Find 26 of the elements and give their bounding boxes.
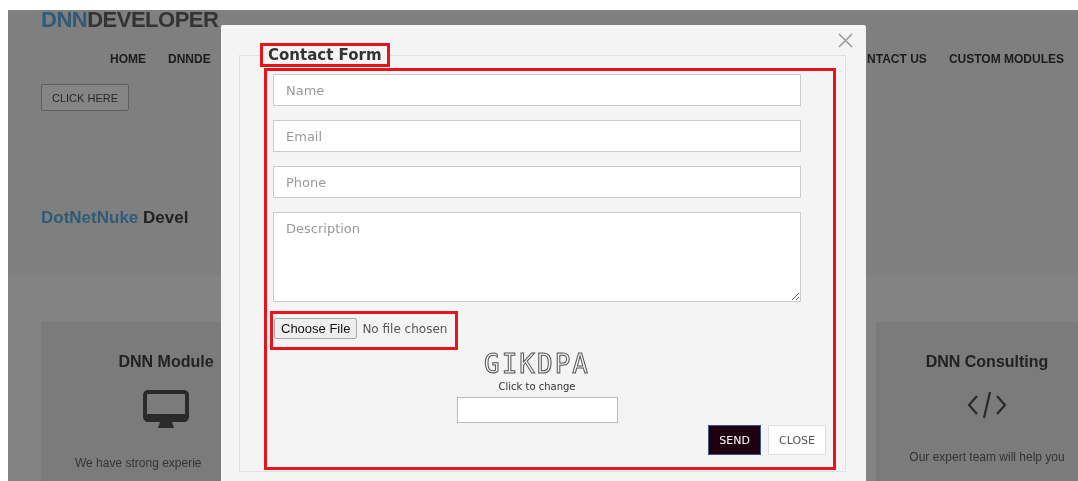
card-title: DNN Module xyxy=(118,352,214,372)
close-button[interactable]: CLOSE xyxy=(768,425,826,455)
nav-link[interactable]: NTACT US xyxy=(867,51,927,67)
section-heading: DotNetNuke Devel xyxy=(41,208,190,228)
click-here-button[interactable]: CLICK HERE xyxy=(41,84,130,111)
card-description: We have strong experie xyxy=(74,456,202,470)
code-icon xyxy=(966,390,1008,420)
card-description: Our expert team will help you xyxy=(909,450,1065,464)
card-title: DNN Consulting xyxy=(925,352,1049,372)
close-icon[interactable] xyxy=(837,32,854,49)
file-status: No file chosen xyxy=(362,321,448,336)
input-field[interactable]: Email xyxy=(273,120,801,152)
form-title: Contact Form xyxy=(268,46,382,64)
nav-link[interactable]: CUSTOM MODULES xyxy=(948,51,1064,67)
monitor-icon xyxy=(143,390,189,430)
send-button[interactable]: SEND xyxy=(708,425,761,455)
captcha-image[interactable]: GIKDPA xyxy=(484,351,590,377)
choose-file-button[interactable]: Choose File xyxy=(274,318,358,339)
input-field[interactable]: Name xyxy=(273,74,801,106)
captcha-field[interactable] xyxy=(456,397,618,423)
site-logo[interactable]: DNNDEVELOPER xyxy=(41,10,219,30)
description-field[interactable]: Description xyxy=(273,212,801,302)
captcha-hint[interactable]: Click to change xyxy=(498,381,576,392)
nav-link[interactable]: DNNDE xyxy=(168,51,211,67)
input-field[interactable]: Phone xyxy=(273,166,801,198)
nav-link[interactable]: HOME xyxy=(110,51,146,67)
